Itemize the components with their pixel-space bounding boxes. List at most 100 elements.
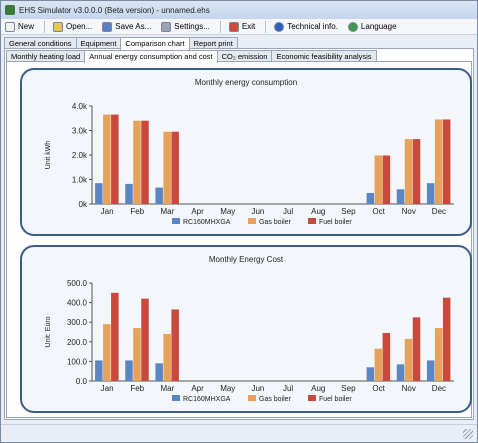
toolbar-button-new[interactable]: New	[5, 21, 35, 32]
info-icon	[274, 21, 285, 32]
globe-icon	[347, 21, 358, 32]
y-tick-label: 400.0	[67, 299, 88, 308]
bar-gas-boiler-oct	[374, 348, 383, 381]
y-axis-label: Unit: Euro	[45, 316, 52, 347]
bar-fuel-boiler-dec	[442, 297, 451, 381]
bar-fuel-boiler-mar	[171, 309, 179, 381]
x-tick-label: Apr	[191, 384, 204, 393]
toolbar-separator	[44, 20, 46, 33]
subtab-annual-energy-consumption-and-cost[interactable]: Annual energy consumption and cost	[84, 50, 218, 63]
toolbar-button-save-as[interactable]: Save As...	[102, 21, 151, 32]
toolbar-button-open[interactable]: Open...	[53, 21, 93, 32]
bar-rc160mhxga-mar	[155, 363, 163, 381]
title-bar: EHS Simulator v3.0.0.0 (Beta version) - …	[1, 1, 477, 19]
y-tick-label: 300.0	[67, 318, 88, 327]
y-tick-label: 0k	[79, 200, 88, 209]
bar-gas-boiler-dec	[434, 328, 443, 381]
toolbar-button-technical-info[interactable]: Technical info.	[274, 21, 338, 32]
tab-comparison-chart[interactable]: Comparison chart	[120, 37, 190, 50]
y-tick-label: 1.0k	[72, 176, 88, 185]
toolbar-button-label: Settings...	[174, 22, 210, 31]
x-tick-label: Aug	[311, 384, 325, 393]
y-tick-label: 0.0	[76, 377, 88, 386]
x-tick-label: Jan	[101, 207, 114, 216]
energy-cost-chart: 0.0 100.0 200.0 300.0 400.0 500.0 Unit: Euro Ja…	[45, 279, 454, 403]
bar-fuel-boiler-oct	[382, 332, 391, 381]
bar-rc160mhxga-feb	[125, 360, 133, 381]
legend-swatch	[172, 218, 180, 224]
x-tick-label: Mar	[161, 384, 175, 393]
bar-gas-boiler-dec	[434, 119, 443, 204]
toolbar-separator	[219, 20, 221, 33]
sub-tab-panel: Monthly energy consumption 0k 1.0k 2.0k 3.0…	[6, 61, 472, 418]
bar-rc160mhxga-jan	[95, 183, 103, 204]
y-tick-label: 500.0	[67, 279, 88, 288]
x-tick-label: Sep	[341, 207, 356, 216]
x-tick-label: Oct	[372, 207, 385, 216]
y-tick-label: 4.0k	[72, 102, 88, 111]
toolbar-button-label: Exit	[241, 22, 256, 31]
bar-fuel-boiler-dec	[442, 119, 451, 204]
legend-swatch	[248, 218, 256, 224]
bar-gas-boiler-feb	[133, 328, 141, 381]
bar-gas-boiler-mar	[163, 131, 171, 204]
bar-rc160mhxga-jan	[95, 360, 103, 381]
x-tick-label: Oct	[372, 384, 385, 393]
legend-label: Fuel boiler	[319, 396, 352, 403]
legend-label: Gas boiler	[259, 219, 292, 226]
bar-rc160mhxga-dec	[426, 360, 435, 381]
bar-fuel-boiler-feb	[141, 298, 149, 381]
bar-rc160mhxga-dec	[426, 183, 435, 204]
bar-gas-boiler-nov	[404, 139, 413, 204]
x-tick-label: Nov	[402, 384, 416, 393]
legend-swatch	[248, 395, 256, 401]
toolbar-button-label: New	[18, 22, 35, 31]
bar-fuel-boiler-feb	[141, 120, 149, 204]
energy-consumption-chart: 0k 1.0k 2.0k 3.0k 4.0k Unit kWh Jan Feb Mar Apr Ma…	[45, 102, 454, 226]
y-axis-label: Unit kWh	[45, 141, 52, 170]
toolbar-button-exit[interactable]: Exit	[228, 21, 256, 32]
bar-fuel-boiler-nov	[412, 317, 421, 381]
x-tick-label: Apr	[191, 207, 204, 216]
bar-fuel-boiler-mar	[171, 131, 179, 204]
x-tick-label: Feb	[130, 207, 144, 216]
new-file-icon	[5, 21, 15, 32]
toolbar-button-language[interactable]: Language	[347, 21, 397, 32]
toolbar-button-label: Open...	[66, 22, 93, 31]
bar-rc160mhxga-nov	[396, 364, 405, 381]
x-tick-label: Jun	[251, 207, 264, 216]
toolbar-separator	[265, 20, 267, 33]
app-logo-icon	[5, 5, 15, 15]
status-bar	[1, 424, 477, 442]
energy-cost-chart-panel: Monthly Energy Cost 0.0 100.0 200.0 300.0 40…	[20, 245, 472, 413]
y-tick-label: 200.0	[67, 338, 88, 347]
toolbar-button-label: Technical info.	[287, 22, 338, 31]
x-tick-label: Dec	[432, 207, 446, 216]
bar-fuel-boiler-nov	[412, 139, 421, 204]
x-tick-label: Jan	[101, 384, 114, 393]
y-tick-label: 2.0k	[72, 151, 88, 160]
resize-grip-icon[interactable]	[463, 429, 473, 439]
x-tick-label: Jun	[251, 384, 264, 393]
x-tick-label: Sep	[341, 384, 356, 393]
save-icon	[102, 21, 113, 32]
toolbar-button-settings[interactable]: Settings...	[161, 21, 210, 32]
energy-consumption-chart-panel: Monthly energy consumption 0k 1.0k 2.0k 3.0…	[20, 68, 472, 236]
x-tick-label: Feb	[130, 384, 144, 393]
x-tick-label: Mar	[161, 207, 175, 216]
bar-gas-boiler-mar	[163, 333, 171, 381]
legend-label: RC160MHXGA	[183, 396, 231, 403]
bar-rc160mhxga-nov	[396, 189, 405, 204]
bar-gas-boiler-feb	[133, 120, 141, 204]
legend-swatch	[308, 218, 316, 224]
bar-gas-boiler-jan	[103, 114, 111, 204]
bar-rc160mhxga-feb	[125, 183, 133, 204]
bar-rc160mhxga-oct	[366, 192, 375, 204]
x-tick-label: May	[220, 384, 235, 393]
x-tick-label: May	[220, 207, 235, 216]
x-tick-label: Jul	[283, 384, 293, 393]
bar-rc160mhxga-oct	[366, 367, 375, 381]
y-tick-label: 3.0k	[72, 127, 88, 136]
legend-label: Fuel boiler	[319, 219, 352, 226]
legend-label: Gas boiler	[259, 396, 292, 403]
